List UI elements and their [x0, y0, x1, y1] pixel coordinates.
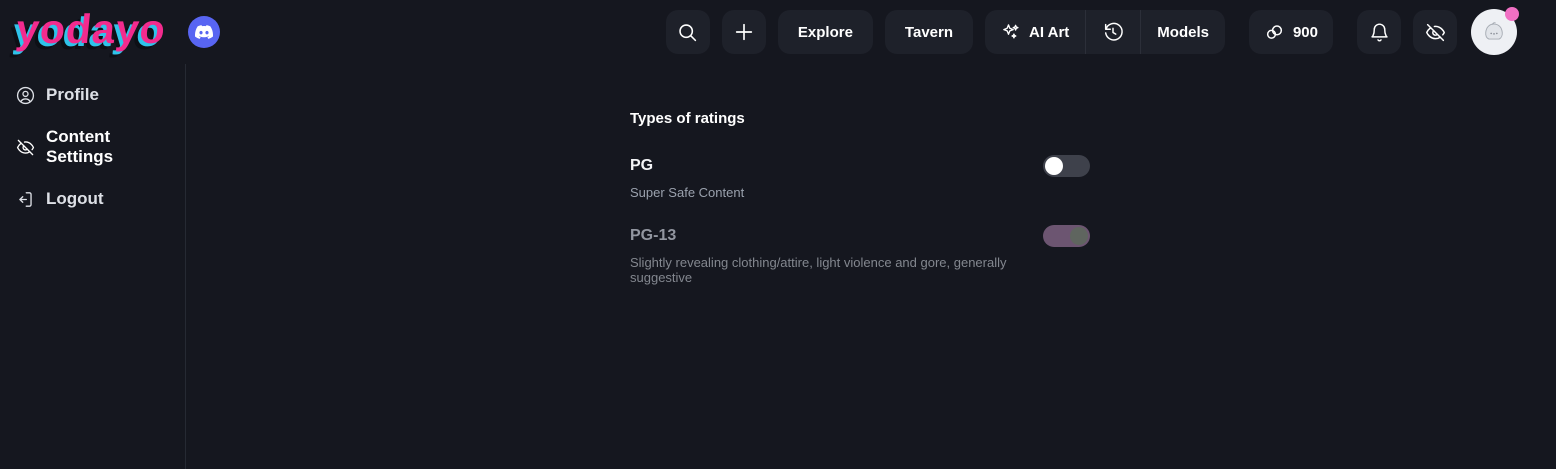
discord-icon [195, 23, 213, 41]
search-icon [677, 22, 698, 43]
ai-tools-group: AI Art Models [985, 10, 1225, 54]
generation-history-button[interactable] [1086, 10, 1140, 54]
sidebar-item-content-settings[interactable]: Content Settings [0, 116, 185, 178]
header-actions: Explore Tavern AI Art Models 900 [666, 9, 1517, 55]
sparkles-icon [1001, 22, 1021, 42]
tavern-button[interactable]: Tavern [885, 10, 973, 54]
rating-text: PG-13 Slightly revealing clothing/attire… [630, 225, 1043, 285]
top-nav: yodayo Explore Tavern AI Art [0, 0, 1556, 64]
rating-description: Slightly revealing clothing/attire, ligh… [630, 255, 1043, 285]
beans-count: 900 [1293, 24, 1318, 41]
create-post-button[interactable] [722, 10, 766, 54]
search-button[interactable] [666, 10, 710, 54]
plus-icon [733, 21, 755, 43]
rating-name: PG [630, 155, 744, 177]
content-settings-panel: Types of ratings PG Super Safe Content P… [186, 64, 1556, 469]
sidebar-item-label: Content Settings [46, 127, 169, 167]
logout-icon [16, 190, 35, 209]
pg-toggle[interactable] [1043, 155, 1090, 177]
beans-balance-button[interactable]: 900 [1249, 10, 1333, 54]
discord-button[interactable] [188, 16, 220, 48]
settings-sidebar: Profile Content Settings Logout [0, 64, 186, 469]
rating-row-pg: PG Super Safe Content [630, 155, 1090, 200]
notification-dot [1505, 7, 1519, 21]
eye-off-icon [1425, 22, 1446, 43]
avatar-blob-icon [1479, 17, 1509, 47]
notifications-button[interactable] [1357, 10, 1401, 54]
pg13-toggle[interactable] [1043, 225, 1090, 247]
logo-area: yodayo [10, 5, 220, 60]
rating-row-pg13: PG-13 Slightly revealing clothing/attire… [630, 225, 1090, 285]
toggle-knob [1070, 227, 1088, 245]
sidebar-item-label: Profile [46, 85, 99, 105]
sidebar-item-label: Logout [46, 189, 104, 209]
ai-art-button[interactable]: AI Art [985, 10, 1085, 54]
yodayo-logo[interactable]: yodayo [7, 5, 174, 60]
explore-button[interactable]: Explore [778, 10, 873, 54]
section-heading: Types of ratings [630, 110, 1556, 127]
beans-icon [1264, 22, 1285, 43]
rating-description: Super Safe Content [630, 185, 744, 200]
sidebar-item-profile[interactable]: Profile [0, 74, 185, 116]
hidden-content-button[interactable] [1413, 10, 1457, 54]
eye-off-icon [16, 138, 35, 157]
toggle-knob [1045, 157, 1063, 175]
profile-avatar[interactable] [1471, 9, 1517, 55]
user-circle-icon [16, 86, 35, 105]
history-icon [1102, 21, 1124, 43]
rating-name: PG-13 [630, 225, 1043, 247]
bell-icon [1369, 22, 1390, 43]
rating-text: PG Super Safe Content [630, 155, 744, 200]
models-button[interactable]: Models [1141, 10, 1225, 54]
sidebar-item-logout[interactable]: Logout [0, 178, 185, 220]
ai-art-label: AI Art [1029, 24, 1069, 41]
